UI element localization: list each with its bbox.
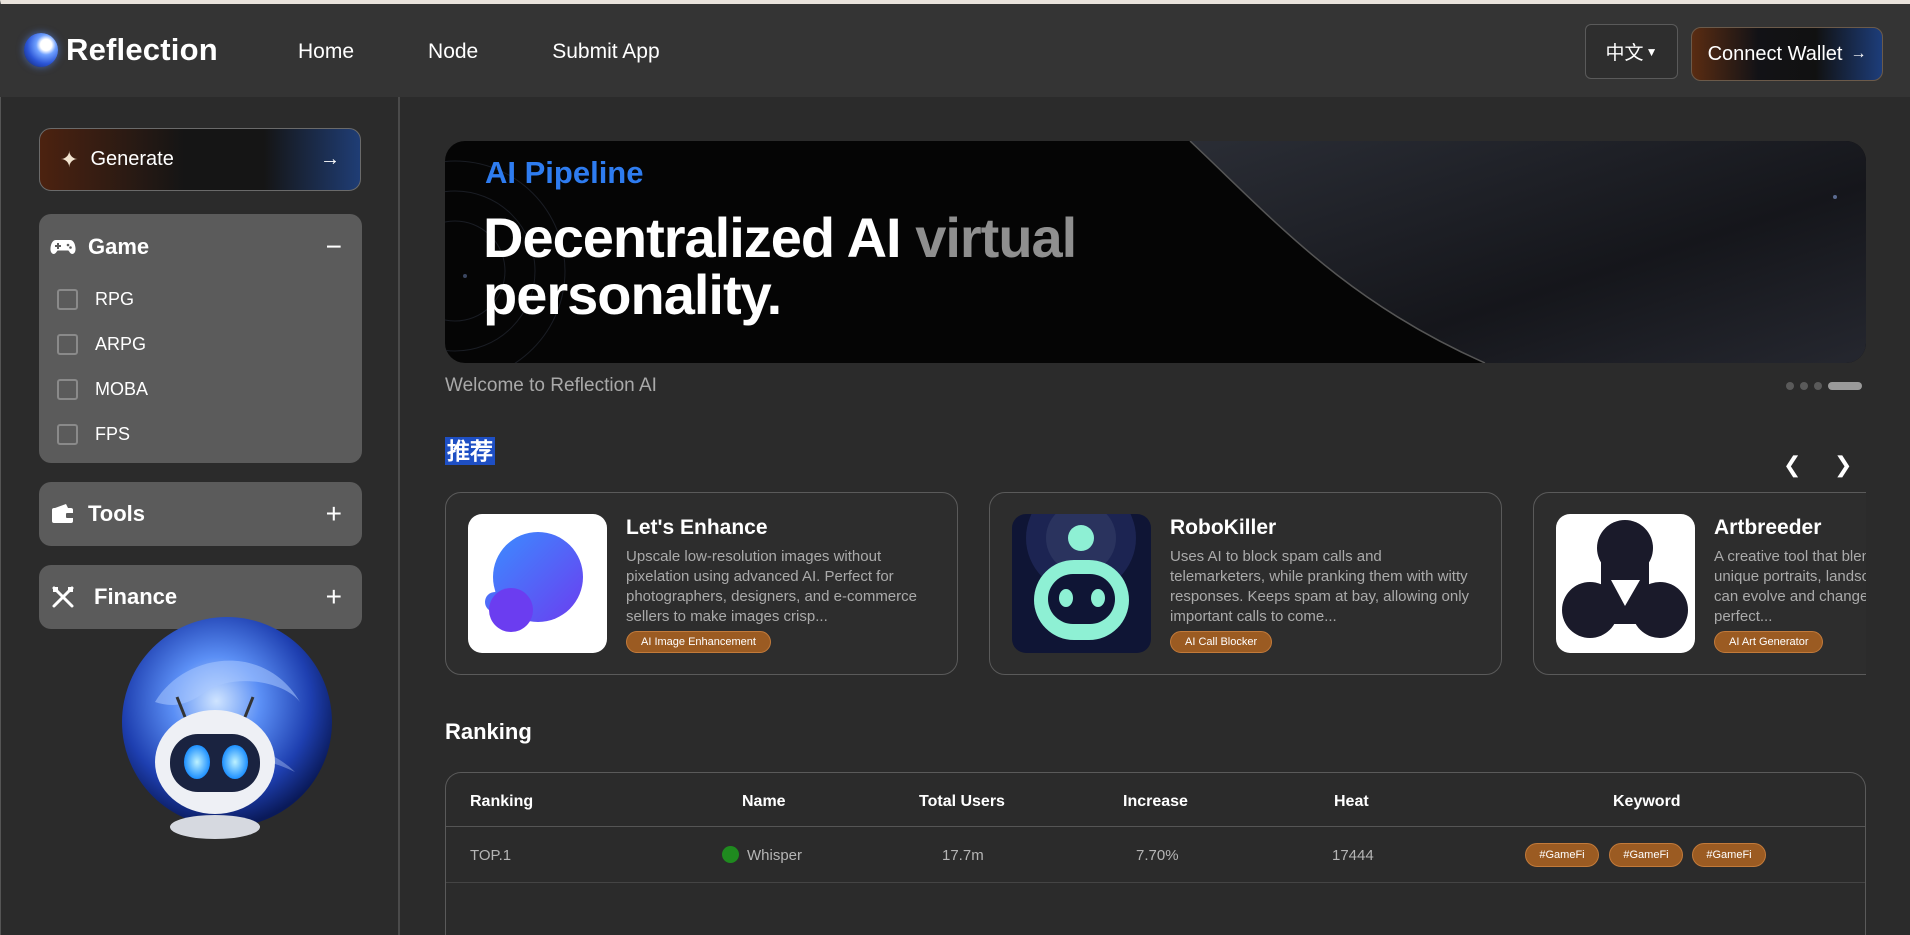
nav-node[interactable]: Node (428, 40, 478, 64)
brand-logo[interactable]: Reflection (24, 32, 218, 68)
filter-label: ARPG (95, 334, 147, 354)
checkbox[interactable] (57, 334, 78, 355)
generate-button[interactable]: ✦ Generate → (39, 128, 361, 191)
cell-name[interactable]: Whisper (722, 846, 803, 864)
carousel-dot[interactable] (1814, 382, 1822, 390)
category-tools-header[interactable]: Tools + (50, 499, 342, 529)
carousel-indicators (1786, 382, 1862, 390)
app-description: Uses AI to block spam calls and telemark… (1170, 548, 1470, 625)
connect-wallet-label: Connect Wallet (1707, 42, 1843, 65)
app-thumbnail (468, 514, 607, 653)
logo-orb-icon (24, 33, 58, 67)
wallet-icon (50, 501, 76, 527)
category-game-header[interactable]: Game − (50, 232, 342, 262)
checkbox[interactable] (57, 379, 78, 400)
filter-label: RPG (95, 289, 135, 309)
top-navbar: Reflection Home Node Submit App 中文 ▼ Con… (0, 4, 1910, 97)
expand-icon[interactable]: + (326, 500, 342, 528)
filter-label: FPS (95, 424, 131, 444)
column-header-total-users[interactable]: Total Users (919, 793, 1005, 811)
column-header-heat[interactable]: Heat (1334, 793, 1369, 811)
carousel-dot[interactable] (1800, 382, 1808, 390)
chevron-left-icon[interactable]: ❮ (1783, 452, 1801, 478)
chevron-right-icon[interactable]: ❯ (1834, 452, 1852, 478)
robot-mascot[interactable] (115, 612, 335, 852)
category-game-title: Game (88, 234, 150, 259)
app-tag[interactable]: AI Image Enhancement (626, 631, 771, 653)
brand-name: Reflection (66, 32, 218, 67)
cell-name-text: Whisper (747, 847, 803, 864)
gamepad-icon (50, 234, 76, 260)
headline-part2: virtual (915, 206, 1077, 269)
checkbox[interactable] (57, 289, 78, 310)
app-description: A creative tool that blends images to cr… (1714, 548, 1866, 625)
banner-eyebrow: AI Pipeline (485, 155, 644, 190)
recommended-carousel: Let's Enhance Upscale low-resolution ima… (445, 492, 1866, 675)
table-row[interactable]: TOP.1 Whisper 17.7m 7.70% 17444 #GameFi … (446, 827, 1865, 883)
app-card[interactable]: RoboKiller Uses AI to block spam calls a… (989, 492, 1502, 675)
keyword-tag[interactable]: #GameFi (1609, 843, 1683, 867)
hero-banner[interactable]: AI Pipeline Decentralized AI virtual per… (445, 141, 1866, 363)
cell-heat: 17444 (1332, 847, 1374, 864)
main-nav: Home Node Submit App (298, 40, 734, 64)
app-tag[interactable]: AI Call Blocker (1170, 631, 1273, 653)
caret-down-icon: ▼ (1645, 44, 1658, 59)
arrow-right-icon: → (320, 148, 340, 170)
banner-headline: Decentralized AI virtual personality. (483, 206, 1077, 326)
table-header: Ranking Name Total Users Increase Heat K… (446, 773, 1865, 827)
headline-part1: Decentralized AI (483, 206, 916, 269)
generate-label: Generate (90, 148, 174, 170)
app-thumbnail (1556, 514, 1695, 653)
ranking-table: Ranking Name Total Users Increase Heat K… (445, 772, 1866, 935)
app-card[interactable]: Let's Enhance Upscale low-resolution ima… (445, 492, 958, 675)
app-name: Let's Enhance (626, 516, 768, 539)
category-tools-title: Tools (88, 501, 146, 526)
filter-fps[interactable]: FPS (57, 412, 148, 457)
language-label: 中文 (1605, 43, 1644, 64)
game-filter-list: RPG ARPG MOBA FPS (57, 277, 148, 457)
expand-icon[interactable]: + (326, 583, 342, 611)
checkbox[interactable] (57, 424, 78, 445)
carousel-dot-active[interactable] (1828, 382, 1862, 390)
app-card[interactable]: Artbreeder A creative tool that blends i… (1533, 492, 1866, 675)
language-selector[interactable]: 中文 ▼ (1585, 24, 1678, 79)
cell-total-users: 17.7m (942, 847, 984, 864)
banner-caption: Welcome to Reflection AI (445, 375, 657, 396)
crossed-tools-icon (50, 584, 76, 610)
category-tools-panel[interactable]: Tools + (39, 482, 362, 546)
category-game-panel: Game − RPG ARPG MOBA FPS (39, 214, 362, 463)
arrow-right-icon: → (1850, 45, 1867, 62)
app-description: Upscale low-resolution images without pi… (626, 548, 917, 625)
nav-home[interactable]: Home (298, 40, 354, 64)
filter-moba[interactable]: MOBA (57, 367, 148, 412)
app-tag[interactable]: AI Art Generator (1714, 631, 1824, 653)
column-header-ranking[interactable]: Ranking (470, 793, 533, 811)
keyword-tag[interactable]: #GameFi (1692, 843, 1766, 867)
collapse-icon[interactable]: − (326, 233, 342, 261)
filter-arpg[interactable]: ARPG (57, 322, 148, 367)
sparkle-icon: ✦ (60, 146, 79, 172)
app-status-icon (722, 846, 739, 864)
category-finance-title: Finance (94, 584, 178, 609)
keyword-tag[interactable]: #GameFi (1525, 843, 1599, 867)
ranking-title: Ranking (445, 719, 532, 744)
connect-wallet-button[interactable]: Connect Wallet → (1691, 27, 1883, 81)
app-thumbnail (1012, 514, 1151, 653)
sidebar-divider (398, 97, 400, 935)
nav-submit-app[interactable]: Submit App (552, 40, 659, 64)
cell-increase: 7.70% (1136, 847, 1179, 864)
carousel-dot[interactable] (1786, 382, 1794, 390)
column-header-keyword[interactable]: Keyword (1613, 793, 1681, 811)
cell-rank: TOP.1 (470, 847, 512, 864)
headline-line2: personality. (483, 263, 782, 326)
column-header-increase[interactable]: Increase (1123, 793, 1188, 811)
filter-label: MOBA (95, 379, 149, 399)
app-name: RoboKiller (1170, 516, 1277, 539)
app-name: Artbreeder (1714, 516, 1822, 539)
recommended-title: 推荐 (445, 437, 495, 465)
category-finance-header[interactable]: Finance + (50, 582, 342, 612)
column-header-name[interactable]: Name (742, 793, 786, 811)
filter-rpg[interactable]: RPG (57, 277, 148, 322)
